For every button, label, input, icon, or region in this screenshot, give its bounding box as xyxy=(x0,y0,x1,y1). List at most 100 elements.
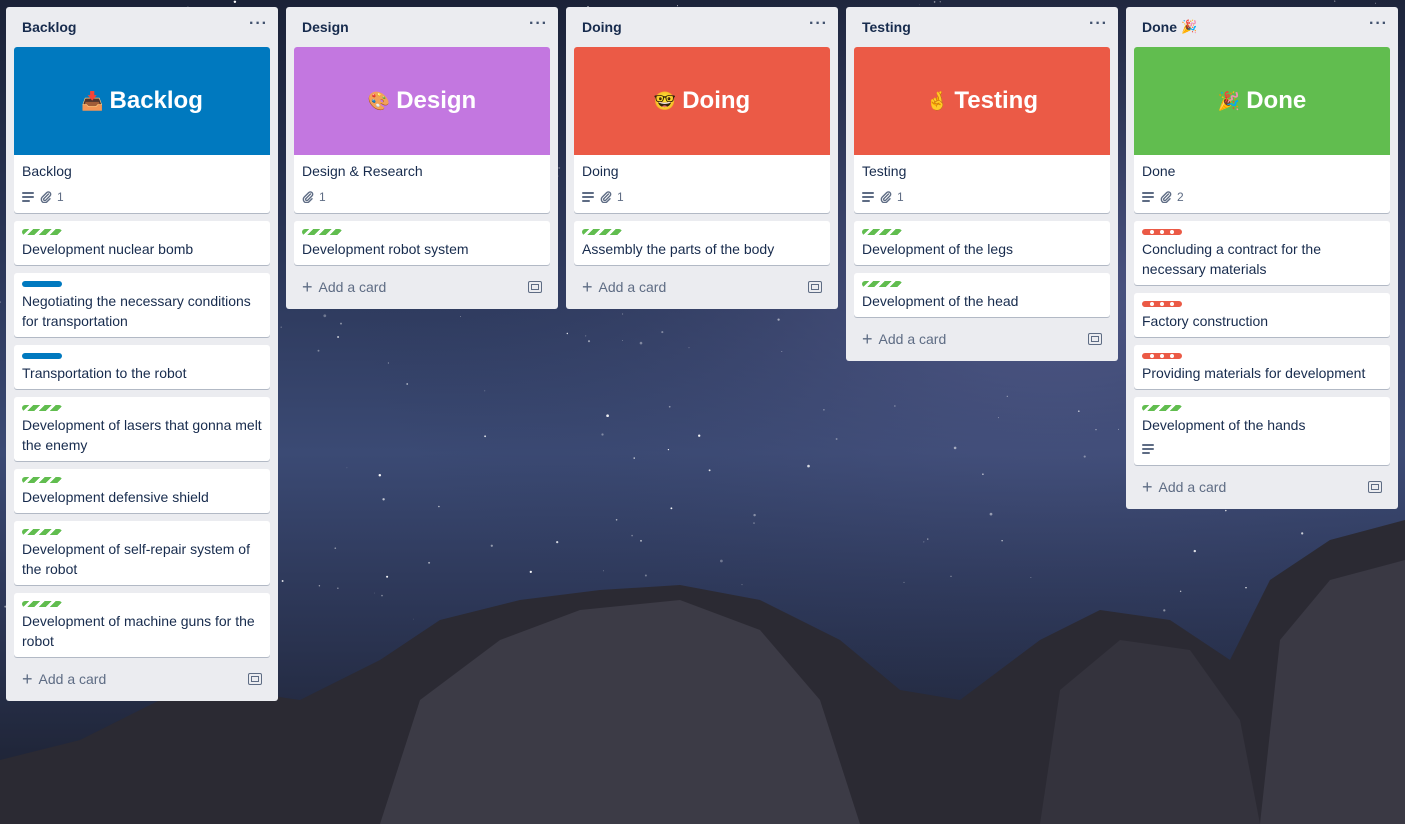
card-title: Transportation to the robot xyxy=(22,365,187,381)
list-testing: Testing ··· 🤞 Testing Testing 1 Development of… xyxy=(846,7,1118,361)
list-menu-button[interactable]: ··· xyxy=(1089,15,1108,33)
card-badges: 1 xyxy=(862,187,1102,207)
card-title: Design & Research xyxy=(302,163,423,179)
green-label[interactable] xyxy=(22,405,62,411)
card[interactable]: Providing materials for development xyxy=(1134,345,1390,389)
create-from-template-icon[interactable] xyxy=(1368,481,1382,493)
description-badge xyxy=(1142,444,1154,454)
add-card-row: + Add a card xyxy=(294,273,550,301)
card[interactable]: Development of the head xyxy=(854,273,1110,317)
card[interactable]: Development robot system xyxy=(294,221,550,265)
card[interactable]: Negotiating the necessary conditions for… xyxy=(14,273,270,337)
card-title: Development of self-repair system of the… xyxy=(22,541,250,577)
card-title: Factory construction xyxy=(1142,313,1269,329)
red-label[interactable] xyxy=(1142,353,1182,359)
create-from-template-icon[interactable] xyxy=(808,281,822,293)
list-menu-button[interactable]: ··· xyxy=(1369,15,1388,33)
create-from-template-icon[interactable] xyxy=(1088,333,1102,345)
card-body: Development of the legs xyxy=(854,221,1110,265)
green-label[interactable] xyxy=(22,601,62,607)
list-title-wrap: Done 🎉 xyxy=(1142,19,1197,35)
card-body: Development robot system xyxy=(294,221,550,265)
card[interactable]: Development of self-repair system of the… xyxy=(14,521,270,585)
attachment-badge: 1 xyxy=(600,190,624,204)
description-badge xyxy=(862,192,874,202)
star xyxy=(233,0,237,4)
description-icon xyxy=(1142,192,1154,202)
cover-text: Doing xyxy=(682,87,751,114)
list-done: Done 🎉 ··· 🎉 Done Done 2 Concluding a contract … xyxy=(1126,7,1398,509)
create-from-template-icon[interactable] xyxy=(248,673,262,685)
list-menu-button[interactable]: ··· xyxy=(809,15,828,33)
card-title: Development of lasers that gonna melt th… xyxy=(22,417,262,453)
list-title[interactable]: Done xyxy=(1142,19,1177,35)
cover-text: Backlog xyxy=(109,87,203,114)
card-title: Development of the hands xyxy=(1142,417,1306,433)
add-card-button[interactable]: + Add a card xyxy=(302,278,386,296)
card-cover: 🤓 Doing xyxy=(574,47,830,155)
card-body: Backlog 1 xyxy=(14,155,270,213)
cover-emoji: 🤓 xyxy=(653,90,677,111)
green-label[interactable] xyxy=(1142,405,1182,411)
star xyxy=(939,1,941,3)
attachment-icon xyxy=(600,191,612,203)
green-label[interactable] xyxy=(862,229,902,235)
card[interactable]: Development of the hands xyxy=(1134,397,1390,465)
card-body: Providing materials for development xyxy=(1134,345,1390,389)
add-card-button[interactable]: + Add a card xyxy=(862,330,946,348)
blue-label[interactable] xyxy=(22,353,62,359)
green-label[interactable] xyxy=(22,477,62,483)
card[interactable]: Development of the legs xyxy=(854,221,1110,265)
green-label[interactable] xyxy=(22,529,62,535)
card[interactable]: Factory construction xyxy=(1134,293,1390,337)
add-card-button[interactable]: + Add a card xyxy=(1142,478,1226,496)
list-title[interactable]: Doing xyxy=(582,19,622,35)
card-title: Testing xyxy=(862,163,907,179)
description-icon xyxy=(1142,444,1154,454)
cover-card[interactable]: 🤓 Doing Doing 1 xyxy=(574,47,830,213)
card-badges xyxy=(1142,439,1382,459)
card-body: Development nuclear bomb xyxy=(14,221,270,265)
cover-card[interactable]: 🎨 Design Design & Research 1 xyxy=(294,47,550,213)
card[interactable]: Assembly the parts of the body xyxy=(574,221,830,265)
red-label[interactable] xyxy=(1142,301,1182,307)
list-menu-button[interactable]: ··· xyxy=(529,15,548,33)
list-title[interactable]: Backlog xyxy=(22,19,76,35)
cover-card[interactable]: 🤞 Testing Testing 1 xyxy=(854,47,1110,213)
card[interactable]: Transportation to the robot xyxy=(14,345,270,389)
card[interactable]: Development of lasers that gonna melt th… xyxy=(14,397,270,461)
add-card-button[interactable]: + Add a card xyxy=(582,278,666,296)
card-body: Assembly the parts of the body xyxy=(574,221,830,265)
green-label[interactable] xyxy=(22,229,62,235)
add-card-button[interactable]: + Add a card xyxy=(22,670,106,688)
list-backlog: Backlog ··· 📥 Backlog Backlog 1 Development nu… xyxy=(6,7,278,701)
red-label[interactable] xyxy=(1142,229,1182,235)
green-label[interactable] xyxy=(302,229,342,235)
green-label[interactable] xyxy=(862,281,902,287)
card-body: Development of the head xyxy=(854,273,1110,317)
card-body: Factory construction xyxy=(1134,293,1390,337)
card[interactable]: Concluding a contract for the necessary … xyxy=(1134,221,1390,285)
card-title: Assembly the parts of the body xyxy=(582,241,775,257)
list-menu-button[interactable]: ··· xyxy=(249,15,268,33)
add-card-label: Add a card xyxy=(318,279,387,295)
card[interactable]: Development defensive shield xyxy=(14,469,270,513)
green-label[interactable] xyxy=(582,229,622,235)
cover-text: Design xyxy=(396,87,477,114)
attachment-count: 1 xyxy=(319,190,326,204)
cover-text: Testing xyxy=(954,87,1038,114)
card[interactable]: Development of machine guns for the robo… xyxy=(14,593,270,657)
cover-card[interactable]: 🎉 Done Done 2 xyxy=(1134,47,1390,213)
card-body: Transportation to the robot xyxy=(14,345,270,389)
attachment-badge: 1 xyxy=(302,190,326,204)
list-title[interactable]: Testing xyxy=(862,19,911,35)
star xyxy=(1375,2,1376,4)
attachment-count: 1 xyxy=(617,190,624,204)
blue-label[interactable] xyxy=(22,281,62,287)
cover-card[interactable]: 📥 Backlog Backlog 1 xyxy=(14,47,270,213)
card-badges: 1 xyxy=(582,187,822,207)
card-body: Testing 1 xyxy=(854,155,1110,213)
card[interactable]: Development nuclear bomb xyxy=(14,221,270,265)
list-title[interactable]: Design xyxy=(302,19,349,35)
create-from-template-icon[interactable] xyxy=(528,281,542,293)
